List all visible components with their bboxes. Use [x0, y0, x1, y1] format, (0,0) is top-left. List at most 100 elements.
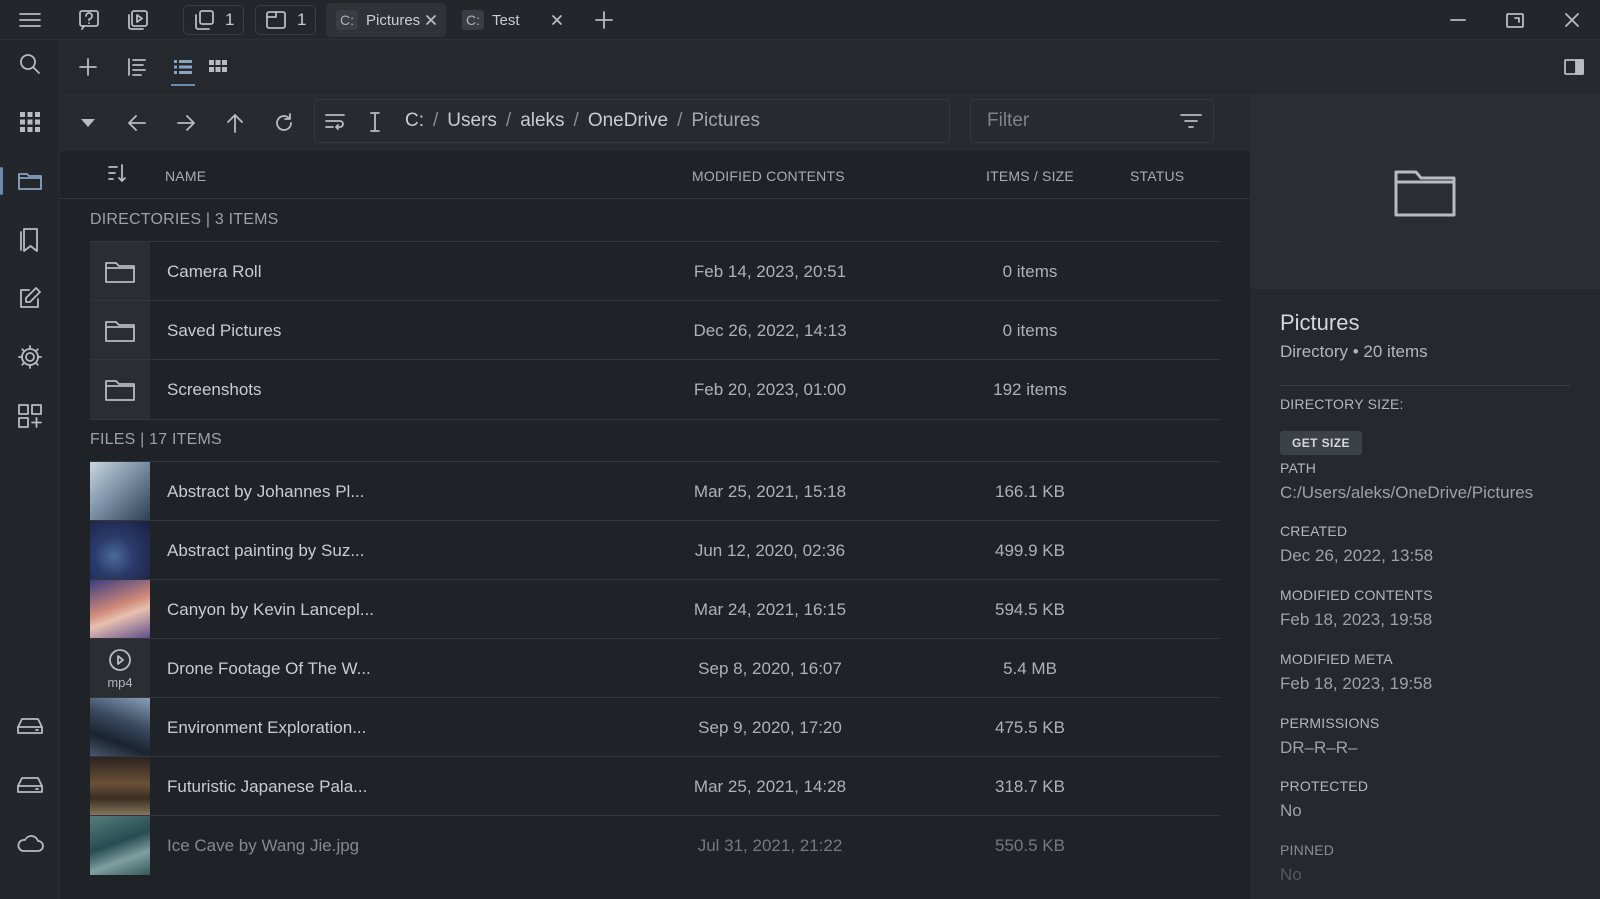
breadcrumb-aleks[interactable]: aleks: [520, 110, 564, 132]
get-size-button[interactable]: GET SIZE: [1280, 431, 1362, 455]
new-tab-icon[interactable]: [590, 6, 618, 34]
directory-row[interactable]: Screenshots Feb 20, 2023, 01:00 192 item…: [90, 359, 1220, 420]
hamburger-menu-icon[interactable]: [16, 6, 44, 34]
history-dropdown-icon[interactable]: [72, 107, 104, 139]
row-name: Canyon by Kevin Lancepl...: [167, 600, 374, 619]
add-widget-icon[interactable]: [14, 400, 46, 432]
text-cursor-icon[interactable]: [365, 110, 385, 134]
search-icon[interactable]: [14, 48, 46, 80]
row-date: Feb 14, 2023, 20:51: [693, 262, 847, 281]
close-window-icon[interactable]: [1558, 6, 1586, 34]
list-view-icon[interactable]: [168, 52, 198, 86]
toggle-details-pane-icon[interactable]: [1559, 52, 1589, 82]
modified-contents-label: MODIFIED CONTENTS: [1280, 587, 1433, 603]
file-row[interactable]: Abstract by Johannes Pl... Mar 25, 2021,…: [90, 461, 1220, 521]
row-name: Abstract painting by Suz...: [167, 541, 365, 560]
navigation-bar: C: / Users / aleks / OneDrive / Pictures…: [60, 95, 1250, 151]
media-icon[interactable]: [124, 6, 152, 34]
file-row[interactable]: Abstract painting by Suz... Jun 12, 2020…: [90, 520, 1220, 580]
breadcrumb-drive[interactable]: C:: [405, 110, 424, 132]
image-thumbnail: [90, 521, 150, 580]
breadcrumb-separator: /: [573, 110, 579, 131]
file-row[interactable]: Futuristic Japanese Pala... Mar 25, 2021…: [90, 756, 1220, 816]
tab-label: Test: [492, 11, 520, 29]
pane-icon: [266, 11, 286, 29]
panes-count: 1: [297, 10, 307, 29]
column-items-size[interactable]: ITEMS / SIZE: [986, 168, 1074, 184]
video-file-thumbnail: mp4: [90, 639, 150, 698]
close-tab-icon[interactable]: [550, 13, 564, 27]
panes-counter[interactable]: 1: [255, 5, 317, 35]
row-size: 0 items: [1002, 321, 1058, 340]
refresh-icon[interactable]: [268, 107, 300, 139]
breadcrumb-pictures[interactable]: Pictures: [691, 110, 760, 132]
toolbar: [60, 40, 1600, 95]
row-name: Environment Exploration...: [167, 718, 367, 737]
minimize-icon[interactable]: [1444, 6, 1472, 34]
row-size: 475.5 KB: [995, 718, 1065, 737]
row-date: Jun 12, 2020, 02:36: [694, 541, 846, 560]
protected-label: PROTECTED: [1280, 778, 1369, 794]
close-tab-icon[interactable]: [424, 13, 438, 27]
wrap-lines-icon[interactable]: [323, 110, 347, 134]
row-name: Saved Pictures: [167, 321, 282, 340]
column-status[interactable]: STATUS: [1130, 168, 1184, 184]
breadcrumb-users[interactable]: Users: [447, 110, 497, 132]
image-thumbnail: [90, 816, 150, 875]
row-size: 318.7 KB: [995, 777, 1065, 796]
row-date: Jul 31, 2021, 21:22: [697, 836, 843, 855]
row-date: Feb 20, 2023, 01:00: [693, 380, 847, 399]
row-size: 192 items: [993, 380, 1067, 399]
up-arrow-icon[interactable]: [219, 107, 251, 139]
breadcrumb-separator: /: [505, 110, 512, 131]
image-thumbnail: [90, 698, 150, 757]
protected-value: No: [1280, 801, 1302, 820]
grid-view-icon[interactable]: [203, 52, 233, 82]
windows-counter[interactable]: 1: [183, 5, 245, 35]
play-icon: [109, 648, 131, 671]
column-modified-contents[interactable]: MODIFIED CONTENTS: [692, 168, 845, 184]
preview-area: [1250, 95, 1600, 289]
filter-icon[interactable]: [1179, 111, 1203, 131]
row-name: Camera Roll: [167, 262, 262, 281]
breadcrumb-separator: /: [677, 110, 683, 131]
tab-test[interactable]: C: Test: [452, 3, 572, 37]
file-row[interactable]: mp4 Drone Footage Of The W... Sep 8, 202…: [90, 638, 1220, 698]
row-size: 594.5 KB: [995, 600, 1065, 619]
directory-row[interactable]: Saved Pictures Dec 26, 2022, 14:13 0 ite…: [90, 300, 1220, 360]
cloud-icon[interactable]: [14, 827, 46, 859]
apps-grid-icon[interactable]: [14, 106, 46, 138]
left-rail: [0, 40, 60, 899]
drive-icon[interactable]: [14, 769, 46, 801]
tree-view-icon[interactable]: [122, 52, 152, 82]
breadcrumb[interactable]: C: / Users / aleks / OneDrive / Pictures: [314, 99, 950, 143]
row-date: Sep 8, 2020, 16:07: [698, 659, 842, 678]
directory-size-label: DIRECTORY SIZE:: [1280, 396, 1404, 412]
pinned-value: No: [1280, 865, 1302, 884]
back-arrow-icon[interactable]: [121, 107, 153, 139]
files-section-label: FILES | 17 ITEMS: [90, 431, 222, 448]
settings-gear-icon[interactable]: [14, 341, 46, 373]
add-icon[interactable]: [73, 52, 103, 82]
details-subtitle: Directory • 20 items: [1280, 342, 1428, 361]
file-row[interactable]: Ice Cave by Wang Jie.jpg Jul 31, 2021, 2…: [90, 815, 1220, 875]
forward-arrow-icon[interactable]: [170, 107, 202, 139]
tab-pictures[interactable]: C: Pictures: [326, 3, 446, 37]
help-icon[interactable]: [75, 6, 103, 34]
file-row[interactable]: Canyon by Kevin Lancepl... Mar 24, 2021,…: [90, 579, 1220, 639]
sort-icon[interactable]: [106, 162, 128, 184]
permissions-label: PERMISSIONS: [1280, 715, 1380, 731]
drive-icon[interactable]: [14, 710, 46, 742]
folder-nav-icon[interactable]: [0, 165, 46, 197]
row-name: Ice Cave by Wang Jie.jpg: [167, 836, 360, 855]
file-list: DIRECTORIES | 3 ITEMS Camera Roll Feb 14…: [60, 199, 1250, 899]
restore-icon[interactable]: [1501, 6, 1529, 34]
column-name[interactable]: NAME: [165, 168, 206, 184]
directory-row[interactable]: Camera Roll Feb 14, 2023, 20:51 0 items: [90, 241, 1220, 301]
directories-section-label: DIRECTORIES | 3 ITEMS: [90, 211, 279, 228]
file-row[interactable]: Environment Exploration... Sep 9, 2020, …: [90, 697, 1220, 757]
filter-input[interactable]: Filter: [970, 99, 1214, 143]
breadcrumb-onedrive[interactable]: OneDrive: [588, 110, 668, 132]
edit-icon[interactable]: [14, 282, 46, 314]
bookmarks-icon[interactable]: [14, 224, 46, 256]
